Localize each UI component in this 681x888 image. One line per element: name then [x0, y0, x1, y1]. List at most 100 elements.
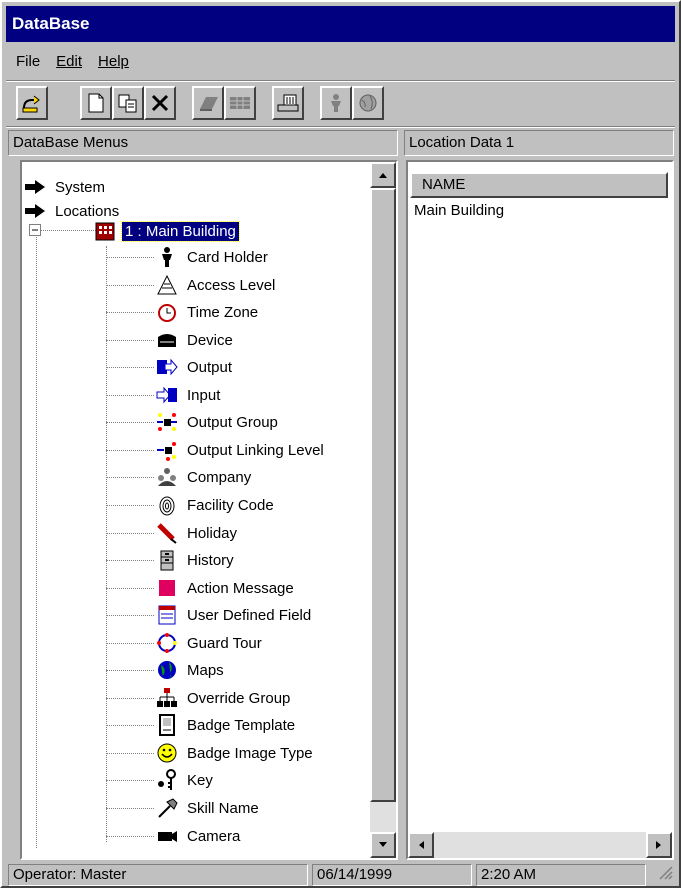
tree-node-action-message[interactable]: Action Message: [156, 575, 297, 601]
tree-node-system[interactable]: System: [24, 174, 108, 200]
tree-node-label: Input: [187, 386, 221, 404]
tree-node-key[interactable]: Key: [156, 767, 216, 793]
list-item-label: Main Building: [414, 202, 505, 219]
tree-line: [106, 753, 154, 754]
title-bar[interactable]: DataBase: [6, 6, 675, 42]
resize-grip-icon[interactable]: [657, 864, 673, 880]
delete-button[interactable]: [144, 86, 176, 120]
menu-help[interactable]: Help: [92, 51, 135, 72]
status-operator-label: Operator: Master: [13, 866, 127, 883]
tree-node-device[interactable]: Device: [156, 327, 236, 353]
menu-file[interactable]: File: [10, 51, 46, 72]
holiday-icon: [156, 522, 178, 544]
column-header-label: NAME: [422, 176, 466, 193]
tree-node-output-linking-level[interactable]: Output Linking Level: [156, 437, 327, 463]
tree-node-user-defined-field[interactable]: User Defined Field: [156, 602, 314, 628]
tree-node-label: Badge Template: [187, 716, 296, 734]
tree-node-skill-name[interactable]: Skill Name: [156, 795, 262, 821]
tree-node-label: Skill Name: [187, 799, 259, 817]
copy-button[interactable]: [112, 86, 144, 120]
tree-line: [36, 230, 98, 231]
scroll-up-button[interactable]: [370, 162, 396, 188]
output-group-icon: [156, 411, 178, 433]
tree-node-input[interactable]: Input: [156, 382, 223, 408]
window-title: DataBase: [12, 14, 90, 33]
action-message-icon: [156, 577, 178, 599]
tree-line: [106, 560, 154, 561]
tree-line: [106, 312, 154, 313]
tree-line: [106, 257, 154, 258]
menu-separator: [6, 80, 675, 82]
tree-line: [106, 450, 154, 451]
badge-template-icon: [156, 714, 178, 736]
tree-line: [106, 505, 154, 506]
copy-icon: [117, 92, 139, 114]
tree-node-label: Camera: [187, 827, 241, 845]
scroll-down-button[interactable]: [370, 832, 396, 858]
status-date: 06/14/1999: [312, 864, 472, 886]
tree-node-access-level[interactable]: Access Level: [156, 272, 278, 298]
scroll-thumb[interactable]: [370, 188, 396, 802]
tree-line: [106, 395, 154, 396]
collapse-toggle[interactable]: [29, 224, 41, 236]
list-item[interactable]: Main Building: [414, 202, 504, 219]
tree-node-facility-code[interactable]: Facility Code: [156, 492, 277, 518]
database-menu-tree[interactable]: System Locations 1 : Main Building Card …: [20, 160, 398, 860]
tree-node-maps[interactable]: Maps: [156, 657, 227, 683]
smiley-icon: [156, 742, 178, 764]
menu-edit-label: Edit: [56, 52, 83, 70]
menu-edit[interactable]: Edit: [50, 51, 88, 72]
tree-node-guard-tour[interactable]: Guard Tour: [156, 630, 265, 656]
tree-node-override-group[interactable]: Override Group: [156, 685, 293, 711]
tree-node-output[interactable]: Output: [156, 354, 235, 380]
tree-node-card-holder[interactable]: Card Holder: [156, 244, 271, 270]
new-button[interactable]: [80, 86, 112, 120]
arrow-right-icon: [24, 200, 46, 222]
eraser-button[interactable]: [192, 86, 224, 120]
input-icon: [156, 384, 178, 406]
access-level-icon: [156, 274, 178, 296]
tree-line: [106, 422, 154, 423]
globe-icon: [357, 92, 379, 114]
card-holder-icon: [156, 246, 178, 268]
tree-node-label: History: [187, 551, 234, 569]
tree-node-camera[interactable]: Camera: [156, 823, 243, 849]
keyboard-button[interactable]: [272, 86, 304, 120]
tree-node-label: Action Message: [187, 579, 294, 597]
globe-icon: [156, 659, 178, 681]
tree-vertical-scrollbar[interactable]: [370, 162, 396, 858]
tree-node-badge-template[interactable]: Badge Template: [156, 712, 298, 738]
eraser-icon: [196, 93, 220, 113]
grid-button[interactable]: [224, 86, 256, 120]
tree-node-label: Device: [187, 331, 233, 349]
device-icon: [156, 329, 178, 351]
tree-node-label: Badge Image Type: [187, 744, 313, 762]
tree-node-holiday[interactable]: Holiday: [156, 520, 240, 546]
globe-button[interactable]: [352, 86, 384, 120]
person-button[interactable]: [320, 86, 352, 120]
right-panel-header-label: Location Data 1: [409, 134, 515, 151]
clock-icon: [156, 301, 178, 323]
tree-node-main-building[interactable]: 1 : Main Building: [94, 218, 240, 244]
status-bar: Operator: Master 06/14/1999 2:20 AM: [8, 864, 650, 886]
status-date-label: 06/14/1999: [317, 866, 393, 883]
tree-node-company[interactable]: Company: [156, 464, 254, 490]
scroll-left-button[interactable]: [408, 832, 434, 858]
tree-node-label: Override Group: [187, 689, 291, 707]
exit-icon: [21, 92, 43, 114]
tree-node-output-group[interactable]: Output Group: [156, 409, 281, 435]
location-data-list[interactable]: NAME Main Building: [406, 160, 674, 860]
tree-node-time-zone[interactable]: Time Zone: [156, 299, 261, 325]
tree-node-badge-image-type[interactable]: Badge Image Type: [156, 740, 316, 766]
exit-button[interactable]: [16, 86, 48, 120]
scroll-right-button[interactable]: [646, 832, 672, 858]
tree-node-label: System: [55, 178, 106, 196]
tree-node-history[interactable]: History: [156, 547, 237, 573]
tree-node-label: Time Zone: [187, 303, 259, 321]
tree-line: [106, 285, 154, 286]
tree-content: System Locations 1 : Main Building Card …: [22, 162, 370, 858]
tree-node-label: Output: [187, 358, 233, 376]
column-header-name[interactable]: NAME: [410, 172, 668, 198]
output-icon: [156, 356, 178, 378]
list-horizontal-scrollbar[interactable]: [408, 832, 672, 858]
